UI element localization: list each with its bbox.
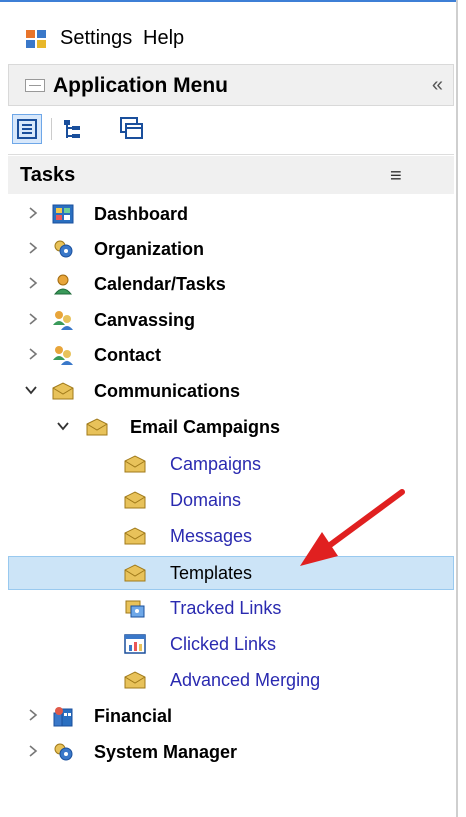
tree-item-label: Advanced Merging: [170, 670, 321, 690]
view-toolbar: [8, 106, 454, 155]
tree-item-canvassing[interactable]: Canvassing: [8, 304, 454, 338]
tree-item-label: Clicked Links: [170, 634, 277, 654]
organization-icon: [54, 240, 73, 258]
tree-item-label: Messages: [170, 526, 253, 546]
application-menu-header: Application Menu «: [8, 64, 454, 106]
tree-item-templates[interactable]: Templates: [8, 556, 454, 590]
tree-item-label: Organization: [94, 239, 205, 259]
people-icon: [53, 311, 73, 330]
panel-icon: [25, 79, 45, 92]
tree-item-campaigns[interactable]: Campaigns: [8, 448, 454, 482]
tree-item-organization[interactable]: Organization: [8, 233, 454, 267]
expand-chevron-icon[interactable]: [26, 706, 40, 724]
tree-item-label: Communications: [94, 381, 241, 401]
tree-item-domains[interactable]: Domains: [8, 484, 454, 518]
expand-chevron-icon[interactable]: [26, 742, 40, 760]
mailbox-icon: [124, 527, 146, 545]
tree-item-tracked-links[interactable]: Tracked Links: [8, 592, 454, 626]
tasks-title: Tasks: [20, 164, 76, 186]
financial-icon: [53, 707, 73, 727]
tree-item-label: Email Campaigns: [130, 417, 281, 437]
tree-item-label: Dashboard: [94, 204, 189, 224]
toolbar-separator: [51, 118, 52, 140]
application-menu-title: Application Menu: [53, 74, 228, 97]
tree-item-advanced-merging[interactable]: Advanced Merging: [8, 664, 454, 698]
collapse-chevron-icon[interactable]: [24, 381, 38, 399]
link-icon: [125, 600, 145, 618]
tree-item-messages[interactable]: Messages: [8, 520, 454, 554]
collapse-panel-button[interactable]: «: [432, 75, 443, 95]
tree-item-label: Campaigns: [170, 454, 262, 474]
list-view-icon: [17, 119, 37, 139]
tree-item-label: Tracked Links: [170, 598, 282, 618]
list-view-button[interactable]: [12, 114, 42, 144]
tabbed-windows-icon: [120, 117, 143, 139]
tree-view-icon: [64, 120, 80, 138]
person-icon: [53, 274, 73, 295]
mailbox-icon: [52, 382, 74, 400]
mailbox-icon: [124, 491, 146, 509]
expand-chevron-icon[interactable]: [26, 310, 40, 328]
app-logo-icon: [26, 30, 46, 48]
tree-item-label: Domains: [170, 490, 242, 510]
mailbox-icon: [86, 418, 108, 436]
tree-item-communications[interactable]: Communications: [8, 375, 454, 409]
menu-bar: Settings Help: [0, 2, 456, 56]
collapse-chevron-icon[interactable]: [56, 417, 70, 435]
mailbox-icon: [124, 671, 146, 689]
tree-item-label: Templates: [170, 563, 253, 583]
tree-view-button[interactable]: [58, 114, 88, 144]
menu-help[interactable]: Help: [143, 26, 184, 50]
expand-chevron-icon[interactable]: [26, 274, 40, 292]
dashboard-icon: [52, 204, 74, 224]
tree-item-label: System Manager: [94, 742, 238, 762]
tree-item-clicked-links[interactable]: Clicked Links: [8, 628, 454, 662]
tasks-menu-button[interactable]: ≡: [390, 166, 402, 186]
expand-chevron-icon[interactable]: [26, 345, 40, 363]
click-chart-icon: [124, 634, 146, 654]
tasks-header: Tasks ≡: [8, 156, 454, 194]
people-icon: [53, 346, 73, 365]
tree-item-label: Calendar/Tasks: [94, 274, 226, 294]
expand-chevron-icon[interactable]: [26, 204, 40, 222]
tree-item-financial[interactable]: Financial: [8, 700, 454, 734]
mailbox-icon: [124, 564, 146, 582]
tree-item-system-manager[interactable]: System Manager: [8, 736, 454, 770]
tree-item-dashboard[interactable]: Dashboard: [8, 198, 454, 232]
tree-item-label: Canvassing: [94, 310, 196, 330]
system-manager-icon: [54, 743, 73, 761]
menu-settings[interactable]: Settings: [60, 26, 132, 50]
pane-splitter[interactable]: [456, 0, 458, 817]
mailbox-icon: [124, 455, 146, 473]
tree-item-calendar-tasks[interactable]: Calendar/Tasks: [8, 268, 454, 302]
expand-chevron-icon[interactable]: [26, 239, 40, 257]
tree-item-label: Financial: [94, 706, 173, 726]
tree-item-email-campaigns[interactable]: Email Campaigns: [8, 411, 454, 445]
tree-item-label: Contact: [94, 345, 161, 365]
tabbed-view-button[interactable]: [116, 114, 146, 144]
tree-item-contact[interactable]: Contact: [8, 339, 454, 373]
